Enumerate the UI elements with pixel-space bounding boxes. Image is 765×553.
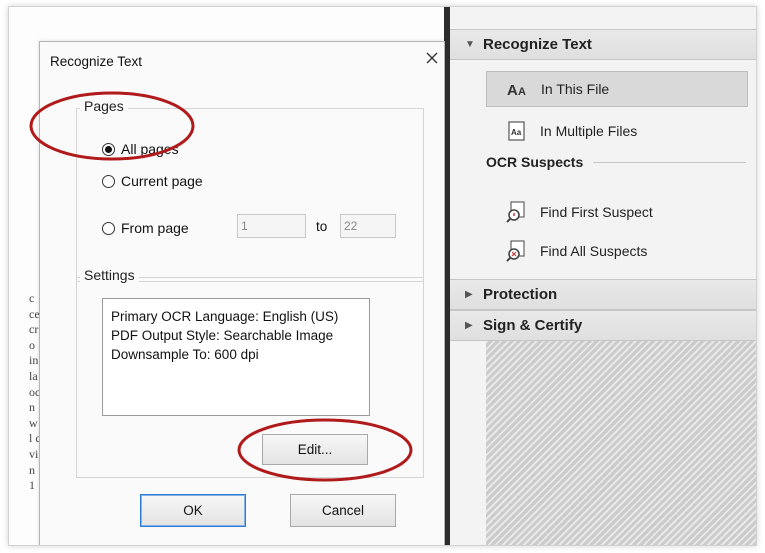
dialog-title: Recognize Text — [50, 54, 143, 69]
section-divider — [593, 161, 746, 163]
chevron-right-icon: ▶ — [465, 320, 473, 331]
all-pages-label: All pages — [121, 141, 179, 157]
radio-empty-icon — [102, 174, 115, 188]
edit-button[interactable]: Edit... — [262, 434, 368, 465]
settings-line: PDF Output Style: Searchable Image — [111, 328, 334, 343]
sign-certify-section-header[interactable]: ▶ Sign & Certify — [450, 310, 756, 341]
from-page-input[interactable]: 1 — [237, 214, 306, 238]
settings-summary-box: Primary OCR Language: English (US) PDF O… — [102, 298, 370, 416]
find-first-suspect-icon — [506, 201, 528, 223]
protection-section-header[interactable]: ▶ Protection — [450, 279, 756, 310]
empty-panel-area — [486, 341, 756, 545]
current-page-radio[interactable]: Current page — [102, 173, 203, 189]
document-text-icon: Aa — [506, 120, 528, 142]
chevron-down-icon: ▼ — [465, 39, 475, 50]
ok-button[interactable]: OK — [140, 494, 246, 527]
find-first-suspect-item[interactable]: Find First Suspect — [486, 194, 748, 230]
in-multiple-files-label: In Multiple Files — [540, 123, 638, 139]
recognize-text-dialog: Recognize Text Pages All pages Current p… — [39, 41, 445, 545]
in-this-file-item[interactable]: A A In This File — [486, 71, 748, 107]
all-pages-radio[interactable]: All pages — [102, 141, 179, 157]
chevron-right-icon: ▶ — [465, 289, 473, 300]
sign-certify-title: Sign & Certify — [483, 317, 583, 334]
pages-groupbox — [76, 108, 424, 282]
to-page-input[interactable]: 22 — [340, 214, 396, 238]
find-first-suspect-label: Find First Suspect — [540, 204, 653, 220]
from-page-label: From page — [121, 220, 189, 236]
settings-group-label: Settings — [80, 267, 139, 283]
recognize-text-section-header[interactable]: ▼ Recognize Text — [450, 29, 756, 60]
in-multiple-files-item[interactable]: Aa In Multiple Files — [486, 113, 748, 149]
find-all-suspects-icon — [506, 240, 528, 262]
screenshot-frame: c ce cr o in la oc n w l c vi n 1 ▼ Reco… — [8, 6, 757, 546]
current-page-label: Current page — [121, 173, 203, 189]
radio-selected-icon — [102, 142, 115, 156]
settings-line: Downsample To: 600 dpi — [111, 347, 259, 362]
text-aa-icon: A A — [507, 78, 529, 100]
radio-empty-icon — [102, 221, 115, 235]
find-all-suspects-item[interactable]: Find All Suspects — [486, 233, 748, 269]
close-icon[interactable] — [422, 46, 442, 70]
settings-line: Primary OCR Language: English (US) — [111, 309, 339, 324]
svg-text:Aa: Aa — [511, 128, 522, 137]
protection-title: Protection — [483, 286, 558, 303]
pages-group-label: Pages — [80, 98, 128, 114]
tools-panel: ▼ Recognize Text A A In This File Aa In … — [450, 7, 756, 545]
from-page-radio[interactable]: From page — [102, 220, 189, 236]
recognize-text-title: Recognize Text — [483, 36, 592, 53]
to-label: to — [316, 219, 328, 234]
find-all-suspects-label: Find All Suspects — [540, 243, 648, 259]
in-this-file-label: In This File — [541, 81, 610, 97]
cancel-button[interactable]: Cancel — [290, 494, 396, 527]
ocr-suspects-section-label: OCR Suspects — [486, 154, 746, 170]
svg-text:A: A — [507, 82, 518, 97]
svg-text:A: A — [518, 86, 526, 97]
ocr-suspects-title: OCR Suspects — [486, 154, 584, 170]
